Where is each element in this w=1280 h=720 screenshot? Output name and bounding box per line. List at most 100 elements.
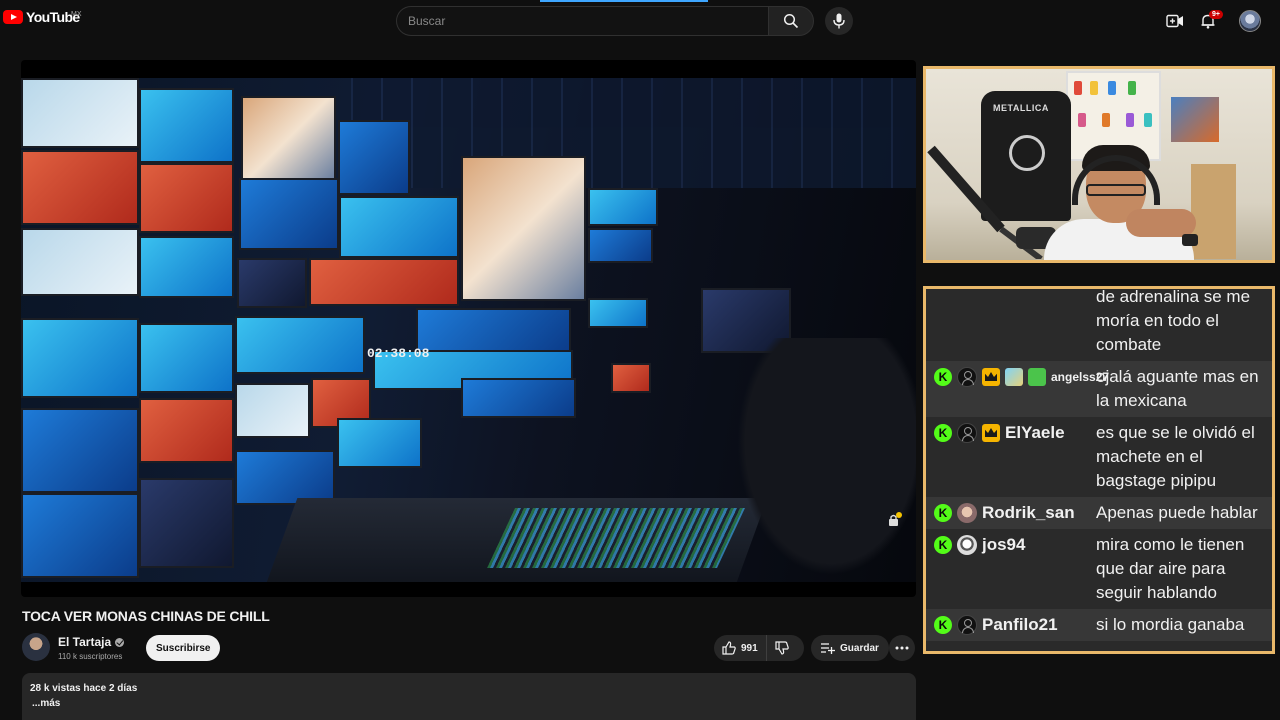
channel-name-link[interactable]: El Tartaja	[58, 635, 125, 649]
figure	[1074, 81, 1082, 95]
monitor	[309, 258, 459, 306]
chat-message: K jos94 mira como le tienen que dar aire…	[926, 529, 1272, 609]
notification-badge: 9+	[1209, 10, 1223, 19]
monitor	[337, 418, 422, 468]
monitor	[235, 383, 310, 438]
kick-logo-icon: K	[934, 616, 952, 634]
gift-badge-icon	[1028, 368, 1046, 386]
streamer-hand	[1126, 209, 1196, 237]
glasses	[1086, 184, 1146, 196]
default-user-icon	[957, 367, 977, 387]
monitor	[588, 188, 658, 226]
video-player[interactable]: 02:38:08	[21, 60, 916, 597]
loading-progress-bar	[540, 0, 708, 2]
monitor	[461, 156, 586, 301]
monitor	[139, 323, 234, 393]
ceiling-decor	[351, 78, 916, 188]
chat-message-text: mira como le tienen que dar aire para se…	[1096, 535, 1245, 602]
stream-chat: de adrenalina se me moría en todo el com…	[923, 286, 1275, 654]
jersey-text: METALLICA	[993, 103, 1049, 113]
chat-username[interactable]: ElYaele	[1005, 421, 1065, 445]
thumbs-up-icon	[722, 641, 736, 655]
save-label: Guardar	[840, 642, 879, 654]
user-avatar	[957, 503, 977, 523]
console-keys	[487, 508, 745, 568]
description-box[interactable]: 28 k vistas hace 2 días ...más	[22, 673, 916, 720]
chat-message: K ElYaele es que se le olvidó el machete…	[926, 417, 1272, 497]
chat-message: K Panfilo21 si lo mordia ganaba	[926, 609, 1272, 641]
chat-message-text: si lo mordia ganaba	[1096, 615, 1245, 634]
monitor	[235, 450, 335, 505]
chat-message: de adrenalina se me moría en todo el com…	[926, 289, 1272, 361]
monitor	[21, 408, 139, 493]
chat-user: K Panfilo21	[926, 613, 1096, 637]
search-input[interactable]	[396, 6, 768, 36]
like-dislike-group: 991	[714, 635, 804, 661]
thumbs-down-icon	[775, 641, 789, 655]
chat-message: K angelss27 ojalá aguante mas en la mexi…	[926, 361, 1272, 417]
monitor	[588, 298, 648, 328]
user-avatar	[957, 535, 977, 555]
show-more-link[interactable]: ...más	[32, 698, 908, 709]
figure	[1128, 81, 1136, 95]
monitor	[21, 493, 139, 578]
default-user-icon	[957, 615, 977, 635]
save-button[interactable]: Guardar	[811, 635, 889, 661]
figure	[1126, 113, 1134, 127]
chat-username[interactable]: Rodrik_san	[982, 501, 1075, 525]
subscriber-badge-icon	[1005, 368, 1023, 386]
kick-logo-icon: K	[934, 504, 952, 522]
chat-username[interactable]: Panfilo21	[982, 613, 1058, 637]
like-count: 991	[741, 642, 758, 654]
voice-search-button[interactable]	[825, 7, 853, 35]
monitor	[339, 196, 459, 258]
figure	[1078, 113, 1086, 127]
microphone-icon	[833, 13, 845, 29]
chat-user: K angelss27	[926, 365, 1109, 413]
subscriber-count: 110 k suscriptores	[58, 652, 123, 661]
monitor	[416, 308, 571, 353]
search-bar	[396, 6, 814, 36]
monitor	[21, 150, 139, 225]
wristwatch	[1182, 234, 1198, 246]
like-button[interactable]: 991	[714, 635, 767, 661]
chat-message-text: ojalá aguante mas en la mexicana	[1096, 367, 1259, 410]
chat-username[interactable]: jos94	[982, 533, 1025, 557]
crown-badge-icon	[982, 368, 1000, 386]
chat-message-text: Apenas puede hablar	[1096, 503, 1258, 522]
monitor	[338, 120, 410, 195]
monitor	[139, 88, 234, 163]
crown-badge-icon	[982, 424, 1000, 442]
monitor	[241, 96, 336, 181]
monitor	[21, 228, 139, 296]
account-avatar[interactable]	[1239, 10, 1261, 32]
monitor	[139, 163, 234, 233]
create-button[interactable]	[1165, 11, 1185, 31]
streamer-webcam: METALLICA	[923, 66, 1275, 263]
search-button[interactable]	[768, 6, 814, 36]
lock-icon	[889, 512, 902, 526]
verified-check-icon	[115, 637, 125, 647]
cat-tree	[1191, 164, 1236, 259]
figure	[1108, 81, 1116, 95]
more-actions-button[interactable]	[889, 635, 915, 661]
search-icon	[783, 13, 799, 29]
figure	[1090, 81, 1098, 95]
chat-user: K Rodrik_san	[926, 501, 1096, 525]
chat-user: K ElYaele	[926, 421, 1096, 493]
monitor	[21, 78, 139, 148]
more-horizontal-icon	[895, 646, 909, 650]
chat-message-text: es que se le olvidó el machete en el bag…	[1096, 423, 1255, 490]
kick-logo-icon: K	[934, 536, 952, 554]
playlist-add-icon	[821, 643, 835, 654]
monitor	[239, 178, 339, 250]
subscribe-button[interactable]: Suscribirse	[146, 635, 221, 661]
youtube-logo[interactable]: YouTube MX	[3, 9, 82, 25]
dislike-button[interactable]	[767, 635, 789, 661]
monitor	[139, 478, 234, 568]
default-user-icon	[957, 423, 977, 443]
channel-avatar[interactable]	[22, 633, 50, 661]
operator-silhouette	[721, 338, 916, 582]
monitor	[235, 316, 365, 374]
monitor	[21, 318, 139, 398]
